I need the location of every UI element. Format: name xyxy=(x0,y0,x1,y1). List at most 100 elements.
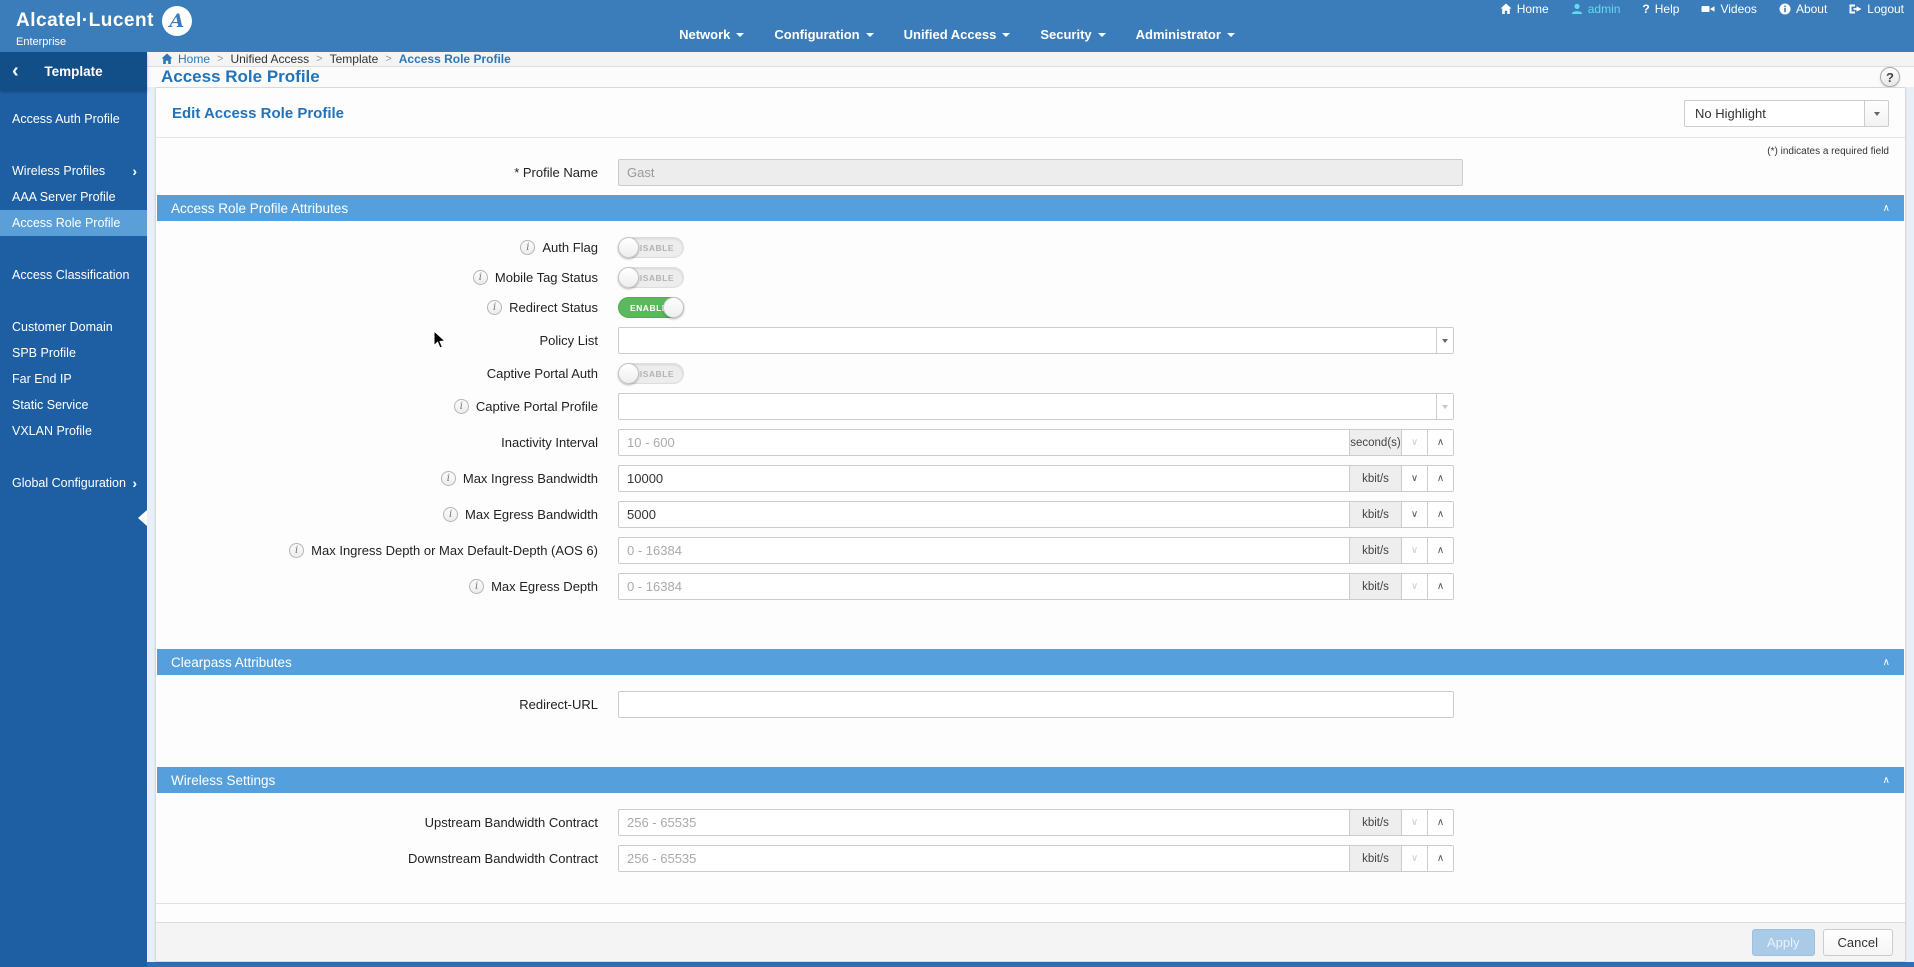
collapse-section-icon[interactable]: ∧ xyxy=(1883,657,1890,668)
chevron-right-icon: › xyxy=(132,163,137,179)
required-field-note: (*) indicates a required field xyxy=(1767,146,1889,157)
decrement-button[interactable]: ∨ xyxy=(1401,574,1427,599)
increment-button[interactable]: ∧ xyxy=(1427,574,1453,599)
max-egress-bandwidth-input[interactable] xyxy=(619,502,1349,527)
inactivity-interval-input[interactable] xyxy=(619,430,1349,455)
decrement-button[interactable]: ∨ xyxy=(1401,466,1427,491)
sidebar-item-access-classification[interactable]: Access Classification xyxy=(0,262,147,288)
max-egress-depth-input[interactable] xyxy=(619,574,1349,599)
utility-admin[interactable]: admin xyxy=(1571,2,1620,16)
section-attributes-header: Access Role Profile Attributes ∧ xyxy=(157,195,1904,221)
max-egress-bandwidth-row: iMax Egress Bandwidth kbit/s ∨ ∧ xyxy=(156,501,1905,528)
sidebar-item-far-end-ip[interactable]: Far End IP xyxy=(0,366,147,392)
sidebar: ‹ Template Access Auth Profile Wireless … xyxy=(0,52,147,967)
utility-about[interactable]: About xyxy=(1779,2,1827,16)
highlight-dropdown-button[interactable] xyxy=(1864,100,1889,127)
captive-portal-profile-select[interactable] xyxy=(619,394,1436,419)
sidebar-item-wireless-profiles[interactable]: Wireless Profiles › xyxy=(0,158,147,184)
videos-icon xyxy=(1701,6,1715,12)
sidebar-item-aaa-server-profile[interactable]: AAA Server Profile xyxy=(0,184,147,210)
collapse-section-icon[interactable]: ∧ xyxy=(1883,203,1890,214)
sidebar-header: ‹ Template xyxy=(0,52,147,90)
redirect-status-row: i Redirect Status ENABLE xyxy=(156,297,1905,318)
breadcrumb-template[interactable]: Template xyxy=(330,52,379,66)
mobile-tag-status-toggle[interactable]: DISABLE xyxy=(618,267,684,288)
decrement-button[interactable]: ∨ xyxy=(1401,538,1427,563)
profile-name-label: * Profile Name xyxy=(514,165,598,180)
unit-label: second(s) xyxy=(1349,430,1401,455)
toggle-knob xyxy=(618,267,639,288)
sidebar-item-access-auth-profile[interactable]: Access Auth Profile xyxy=(0,106,147,132)
info-icon: i xyxy=(289,543,305,558)
apply-button[interactable]: Apply xyxy=(1752,928,1815,956)
decrement-button[interactable]: ∨ xyxy=(1401,810,1427,835)
upstream-bandwidth-group: kbit/s ∨ ∧ xyxy=(618,809,1454,836)
policy-list-select[interactable] xyxy=(619,328,1436,353)
unit-label: kbit/s xyxy=(1349,846,1401,871)
sidebar-item-global-configuration[interactable]: Global Configuration › xyxy=(0,470,147,496)
captive-portal-auth-toggle[interactable]: DISABLE xyxy=(618,363,684,384)
sidebar-item-customer-domain[interactable]: Customer Domain xyxy=(0,314,147,340)
collapse-section-icon[interactable]: ∧ xyxy=(1883,775,1890,786)
sidebar-collapse-handle[interactable] xyxy=(138,510,147,526)
page-help-icon[interactable]: ? xyxy=(1880,67,1900,87)
nav-configuration[interactable]: Configuration xyxy=(774,27,874,42)
highlight-select[interactable]: No Highlight xyxy=(1684,100,1864,127)
main-content: Home > Unified Access > Template > Acces… xyxy=(147,52,1914,967)
nav-network[interactable]: Network xyxy=(679,27,745,42)
captive-portal-profile-dropdown-button[interactable] xyxy=(1436,394,1453,419)
increment-button[interactable]: ∧ xyxy=(1427,466,1453,491)
captive-portal-profile-row: i Captive Portal Profile xyxy=(156,393,1905,420)
logout-icon xyxy=(1849,4,1862,14)
increment-button[interactable]: ∧ xyxy=(1427,502,1453,527)
unit-label: kbit/s xyxy=(1349,574,1401,599)
sidebar-item-access-role-profile[interactable]: Access Role Profile xyxy=(0,210,147,236)
chevron-down-icon xyxy=(865,32,874,37)
info-icon: i xyxy=(443,507,459,522)
breadcrumb-separator: > xyxy=(217,53,224,65)
max-ingress-bandwidth-input[interactable] xyxy=(619,466,1349,491)
policy-list-row: Policy List xyxy=(156,327,1905,354)
nav-administrator[interactable]: Administrator xyxy=(1136,27,1235,42)
sidebar-item-spb-profile[interactable]: SPB Profile xyxy=(0,340,147,366)
increment-button[interactable]: ∧ xyxy=(1427,810,1453,835)
cancel-button[interactable]: Cancel xyxy=(1822,928,1893,956)
nav-unified-access[interactable]: Unified Access xyxy=(904,27,1011,42)
increment-button[interactable]: ∧ xyxy=(1427,538,1453,563)
chevron-right-icon: › xyxy=(132,475,137,491)
profile-name-row: * Profile Name xyxy=(156,159,1905,186)
sidebar-item-static-service[interactable]: Static Service xyxy=(0,392,147,418)
increment-button[interactable]: ∧ xyxy=(1427,430,1453,455)
utility-home[interactable]: Home xyxy=(1500,2,1549,16)
decrement-button[interactable]: ∨ xyxy=(1401,502,1427,527)
breadcrumb-unified-access[interactable]: Unified Access xyxy=(230,52,309,66)
max-ingress-depth-group: kbit/s ∨ ∧ xyxy=(618,537,1454,564)
redirect-url-input[interactable] xyxy=(618,691,1454,718)
breadcrumb-home[interactable]: Home xyxy=(161,52,210,66)
utility-nav: Home admin ? Help Videos About Logout xyxy=(1500,2,1904,16)
redirect-status-toggle[interactable]: ENABLE xyxy=(618,297,684,318)
auth-flag-toggle[interactable]: DISABLE xyxy=(618,237,684,258)
main-nav: Network Configuration Unified Access Sec… xyxy=(0,27,1914,42)
form-card: Edit Access Role Profile No Highlight (*… xyxy=(155,87,1906,962)
sidebar-item-vxlan-profile[interactable]: VXLAN Profile xyxy=(0,418,147,444)
utility-logout[interactable]: Logout xyxy=(1849,2,1904,16)
utility-videos[interactable]: Videos xyxy=(1701,2,1757,16)
breadcrumb-current: Access Role Profile xyxy=(398,52,511,66)
decrement-button[interactable]: ∨ xyxy=(1401,430,1427,455)
back-chevron-icon[interactable]: ‹ xyxy=(12,61,19,81)
policy-list-dropdown-button[interactable] xyxy=(1436,328,1453,353)
nav-security[interactable]: Security xyxy=(1040,27,1106,42)
upstream-bandwidth-input[interactable] xyxy=(619,810,1349,835)
increment-button[interactable]: ∧ xyxy=(1427,846,1453,871)
max-egress-depth-group: kbit/s ∨ ∧ xyxy=(618,573,1454,600)
chevron-down-icon xyxy=(736,32,745,37)
profile-name-input[interactable] xyxy=(618,159,1463,186)
unit-label: kbit/s xyxy=(1349,810,1401,835)
decrement-button[interactable]: ∨ xyxy=(1401,846,1427,871)
info-icon: i xyxy=(440,471,456,486)
info-icon: i xyxy=(520,240,536,255)
utility-help[interactable]: ? Help xyxy=(1642,2,1679,16)
max-ingress-depth-input[interactable] xyxy=(619,538,1349,563)
downstream-bandwidth-input[interactable] xyxy=(619,846,1349,871)
